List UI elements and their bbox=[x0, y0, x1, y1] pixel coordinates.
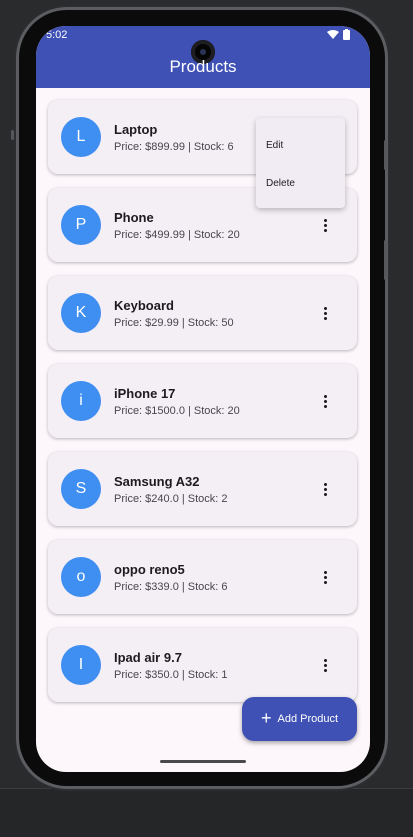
menu-item-delete[interactable]: Delete bbox=[266, 178, 295, 189]
app-screen: 5:02 Products L Laptop Price: $899.99 | … bbox=[36, 26, 370, 772]
product-details: Price: $339.0 | Stock: 6 bbox=[114, 581, 228, 593]
more-vert-icon[interactable] bbox=[315, 655, 335, 675]
add-product-button[interactable]: + Add Product bbox=[242, 697, 357, 741]
product-name: iPhone 17 bbox=[114, 386, 176, 401]
product-details: Price: $1500.0 | Stock: 20 bbox=[114, 405, 240, 417]
product-name: Keyboard bbox=[114, 298, 174, 313]
product-card[interactable]: I Ipad air 9.7 Price: $350.0 | Stock: 1 bbox=[48, 628, 357, 702]
product-avatar: L bbox=[61, 117, 101, 157]
product-card[interactable]: o oppo reno5 Price: $339.0 | Stock: 6 bbox=[48, 540, 357, 614]
popup-menu: Edit Delete bbox=[256, 118, 345, 208]
product-details: Price: $499.99 | Stock: 20 bbox=[114, 229, 240, 241]
desktop-background bbox=[0, 788, 413, 837]
product-name: oppo reno5 bbox=[114, 562, 185, 577]
plus-icon: + bbox=[260, 708, 272, 728]
wifi-icon bbox=[327, 29, 339, 39]
product-avatar: P bbox=[61, 205, 101, 245]
product-details: Price: $350.0 | Stock: 1 bbox=[114, 669, 228, 681]
product-details: Price: $240.0 | Stock: 2 bbox=[114, 493, 228, 505]
more-vert-icon[interactable] bbox=[315, 391, 335, 411]
product-details: Price: $899.99 | Stock: 6 bbox=[114, 141, 234, 153]
power-button bbox=[384, 240, 387, 280]
more-vert-icon[interactable] bbox=[315, 215, 335, 235]
status-time: 5:02 bbox=[46, 29, 68, 41]
product-avatar: S bbox=[61, 469, 101, 509]
menu-item-edit[interactable]: Edit bbox=[266, 140, 283, 151]
product-card[interactable]: i iPhone 17 Price: $1500.0 | Stock: 20 bbox=[48, 364, 357, 438]
app-bar: 5:02 Products bbox=[36, 26, 370, 88]
product-avatar: I bbox=[61, 645, 101, 685]
product-card[interactable]: S Samsung A32 Price: $240.0 | Stock: 2 bbox=[48, 452, 357, 526]
status-icons bbox=[327, 29, 350, 40]
more-vert-icon[interactable] bbox=[315, 567, 335, 587]
product-name: Ipad air 9.7 bbox=[114, 650, 182, 665]
page-title: Products bbox=[169, 57, 237, 76]
product-avatar: K bbox=[61, 293, 101, 333]
product-card[interactable]: K Keyboard Price: $29.99 | Stock: 50 bbox=[48, 276, 357, 350]
home-indicator bbox=[160, 760, 246, 763]
battery-icon bbox=[343, 29, 350, 40]
product-avatar: i bbox=[61, 381, 101, 421]
product-name: Laptop bbox=[114, 122, 158, 137]
more-vert-icon[interactable] bbox=[315, 303, 335, 323]
product-avatar: o bbox=[61, 557, 101, 597]
add-product-label: Add Product bbox=[277, 713, 339, 725]
product-details: Price: $29.99 | Stock: 50 bbox=[114, 317, 234, 329]
side-button bbox=[11, 130, 14, 140]
product-name: Phone bbox=[114, 210, 154, 225]
product-name: Samsung A32 bbox=[114, 474, 200, 489]
volume-button bbox=[384, 140, 387, 170]
more-vert-icon[interactable] bbox=[315, 479, 335, 499]
